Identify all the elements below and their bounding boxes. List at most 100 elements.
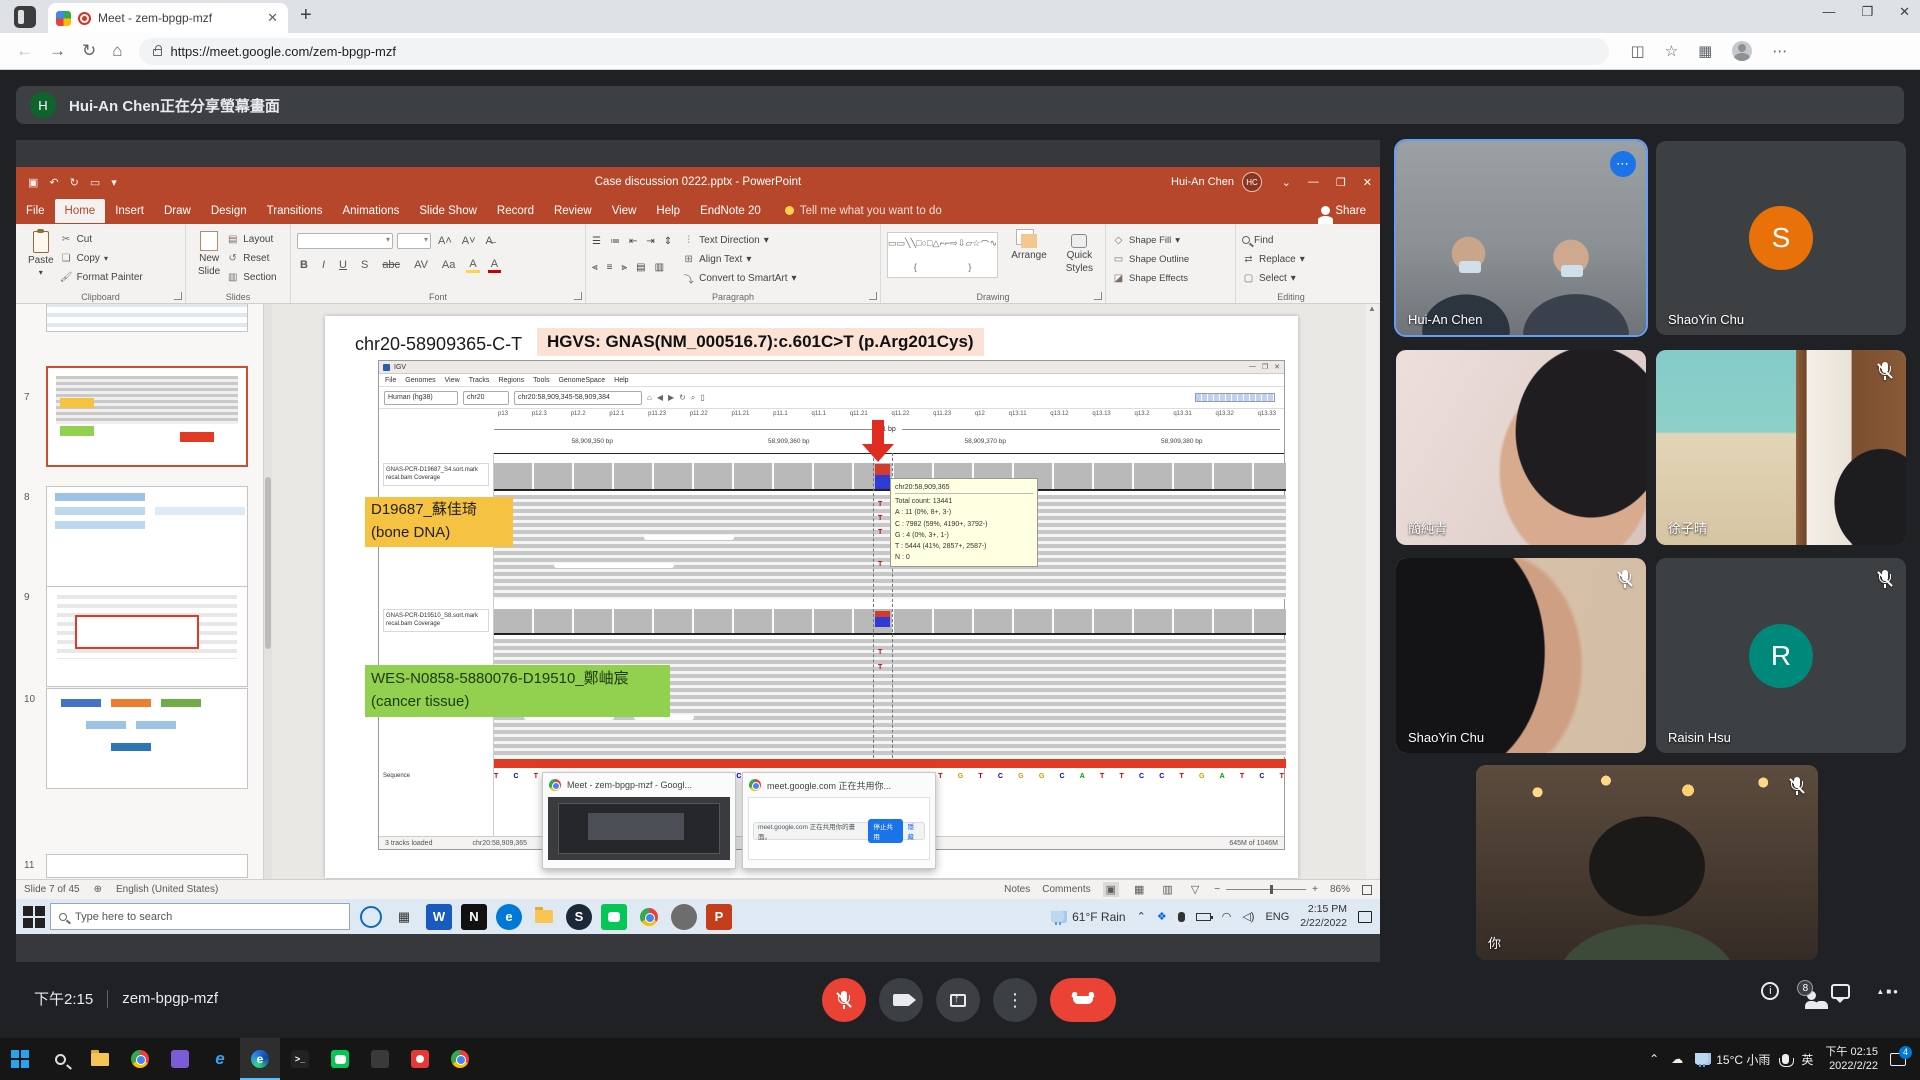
select-button[interactable]: ▢ Select ▾ [1242, 270, 1340, 286]
find-button[interactable]: Find [1242, 232, 1340, 248]
outer-chrome-icon-2[interactable] [440, 1038, 480, 1080]
bullets-icon[interactable]: ☰ [592, 236, 601, 247]
tile-jian-chun-qing[interactable]: 簡純青 [1396, 350, 1646, 545]
ppt-restore-button[interactable]: ❐ [1336, 176, 1346, 189]
activities-icon[interactable]: ▲ ■ ● [1876, 987, 1898, 996]
tab-animations[interactable]: Animations [332, 199, 409, 223]
volume-icon[interactable]: ◁) [1242, 910, 1254, 923]
weather-widget[interactable]: 61°F Rain [1051, 910, 1126, 925]
word-icon[interactable]: W [426, 903, 452, 930]
font-color-button[interactable]: A [487, 258, 502, 273]
outer-app-dark-icon[interactable] [360, 1038, 400, 1080]
fit-slide-icon[interactable] [1362, 884, 1372, 895]
wifi-icon[interactable]: ◠ [1222, 910, 1232, 923]
track2-label[interactable]: GNAS-PCR-D19510_S8.sort.mark recal.bam Co… [383, 609, 489, 632]
zoom-percent[interactable]: 86% [1330, 884, 1350, 895]
decrease-indent-icon[interactable]: ⇤ [629, 236, 637, 247]
more-options-icon[interactable]: ⋯ [1772, 42, 1787, 60]
tab-home[interactable]: Home [54, 198, 106, 223]
bold-button[interactable]: B [297, 259, 311, 271]
tab-draw[interactable]: Draw [154, 199, 201, 223]
taskbar-search[interactable]: Type here to search [50, 903, 350, 930]
restore-button[interactable]: ❐ [1861, 4, 1873, 20]
favorites-icon[interactable]: ☆ [1665, 42, 1678, 60]
tile-options-button[interactable]: ⋯ [1610, 151, 1636, 177]
justify-icon[interactable]: ▤ [636, 262, 645, 273]
strikethrough-button[interactable]: abc [379, 259, 403, 271]
tile-raisin-hsu[interactable]: R Raisin Hsu [1656, 558, 1906, 753]
igv-menu-item[interactable]: File [385, 377, 396, 384]
copy-button[interactable]: ❏ Copy ▾ [60, 250, 143, 266]
igv-menubar[interactable]: File Genomes View Tracks Regions Tools GenomeS… [379, 374, 1284, 387]
notes-button[interactable]: Notes [1004, 884, 1030, 895]
thumbnail-slide-8[interactable] [46, 486, 248, 587]
ime-indicator[interactable]: 英 [1801, 1051, 1813, 1068]
powerpoint-icon[interactable]: P [706, 903, 732, 930]
stop-sharing-button[interactable]: 停止共用 [868, 819, 904, 843]
shape-gallery[interactable]: ▭ ▭ ╲ ╲ □ ○ □ △ ⌐ ⌐ ⇨ ⇩ ▱ ☆ ⌒ ∿{} [887, 232, 999, 278]
url-text[interactable]: https://meet.google.com/zem-bpgp-mzf [171, 44, 396, 59]
track1-label[interactable]: GNAS-PCR-D19687_S4.sort.mark recal.bam Co… [383, 463, 489, 486]
slide-scrollbar[interactable]: ▲ [1366, 304, 1378, 879]
chromosome-select[interactable]: chr20 [463, 390, 509, 405]
section-button[interactable]: ▥ Section [226, 269, 277, 285]
notification-icon[interactable]: 4 [1890, 1045, 1912, 1066]
outer-line-icon[interactable] [320, 1038, 360, 1080]
replace-button[interactable]: ⇄ Replace ▾ [1242, 251, 1340, 267]
tab-file[interactable]: File [16, 199, 55, 223]
thumbnail-scrollbar[interactable] [264, 304, 272, 879]
outer-app-purple-icon[interactable] [160, 1038, 200, 1080]
tab-review[interactable]: Review [544, 199, 602, 223]
line-spacing-icon[interactable]: ⇕ [664, 236, 672, 247]
slideshow-icon[interactable]: ▽ [1188, 882, 1202, 897]
tab-slideshow[interactable]: Slide Show [409, 199, 487, 223]
chat-icon[interactable] [1831, 983, 1851, 1003]
active-tab[interactable]: Meet - zem-bpgp-mzf ✕ [48, 3, 288, 33]
tab-actions-icon[interactable] [14, 6, 36, 28]
arrange-button[interactable]: Arrange [1005, 232, 1053, 263]
igv-region-icon[interactable]: ▯ [700, 393, 704, 402]
file-explorer-icon[interactable] [531, 904, 557, 930]
tab-endnote[interactable]: EndNote 20 [690, 199, 771, 223]
drawing-dialog-launcher[interactable] [1094, 292, 1102, 300]
forward-icon[interactable]: → [49, 41, 66, 61]
paste-button[interactable]: Paste ▾ [22, 229, 60, 285]
back-icon[interactable]: ← [16, 41, 33, 61]
reset-button[interactable]: ↺ Reset [226, 250, 276, 266]
tab-transitions[interactable]: Transitions [257, 199, 333, 223]
tell-me-box[interactable]: Tell me what you want to do [784, 205, 942, 217]
tile-shaoyin-chu-avatar[interactable]: S ShaoYin Chu [1656, 141, 1906, 335]
home-icon[interactable]: ⌂ [112, 41, 122, 61]
outer-ie-icon[interactable]: e [200, 1038, 240, 1080]
outer-search-icon[interactable] [40, 1038, 80, 1080]
ribbon-options-icon[interactable]: ⌄ [1282, 176, 1291, 189]
leave-call-button[interactable] [1050, 978, 1116, 1022]
edge-legacy-icon[interactable]: e [496, 903, 522, 930]
more-options-button[interactable]: ⋮ [993, 978, 1037, 1022]
outer-file-explorer-icon[interactable] [80, 1038, 120, 1080]
preview-card-sharing[interactable]: meet.google.com 正在共用你... meet.google.com… [742, 772, 936, 869]
cut-button[interactable]: ✂ Cut [60, 231, 143, 247]
hide-link[interactable]: 隱藏 [907, 821, 920, 841]
action-center-icon[interactable] [1358, 910, 1372, 923]
outer-weather-widget[interactable]: 15°C 小雨 [1695, 1051, 1770, 1068]
clipboard-dialog-launcher[interactable] [174, 292, 182, 300]
minimize-button[interactable]: — [1822, 4, 1835, 20]
zoom-slider[interactable]: − + [1214, 884, 1318, 895]
igv-menu-item[interactable]: Genomes [405, 377, 435, 384]
thumbnail-slide-9[interactable] [46, 586, 248, 687]
format-painter-button[interactable]: 🖌 Format Painter [60, 269, 143, 285]
tile-xu-zi-qing[interactable]: 徐子晴 [1656, 350, 1906, 545]
outer-edge-icon[interactable]: e [240, 1038, 280, 1080]
thumbnail-slide-7[interactable] [46, 366, 248, 467]
line-icon[interactable] [601, 903, 627, 930]
collections-icon[interactable]: ▦ [1698, 42, 1712, 60]
outer-chrome-icon[interactable] [120, 1038, 160, 1080]
outer-terminal-icon[interactable]: >_ [280, 1038, 320, 1080]
tab-record[interactable]: Record [487, 199, 544, 223]
thumbnail-slide-10[interactable] [46, 688, 248, 789]
smartart-button[interactable]: ⤵ Convert to SmartArt ▾ [682, 270, 797, 286]
notion-icon[interactable]: N [461, 903, 487, 930]
tab-close-icon[interactable]: ✕ [265, 10, 280, 26]
shape-effects-button[interactable]: ◪ Shape Effects [1112, 270, 1229, 286]
